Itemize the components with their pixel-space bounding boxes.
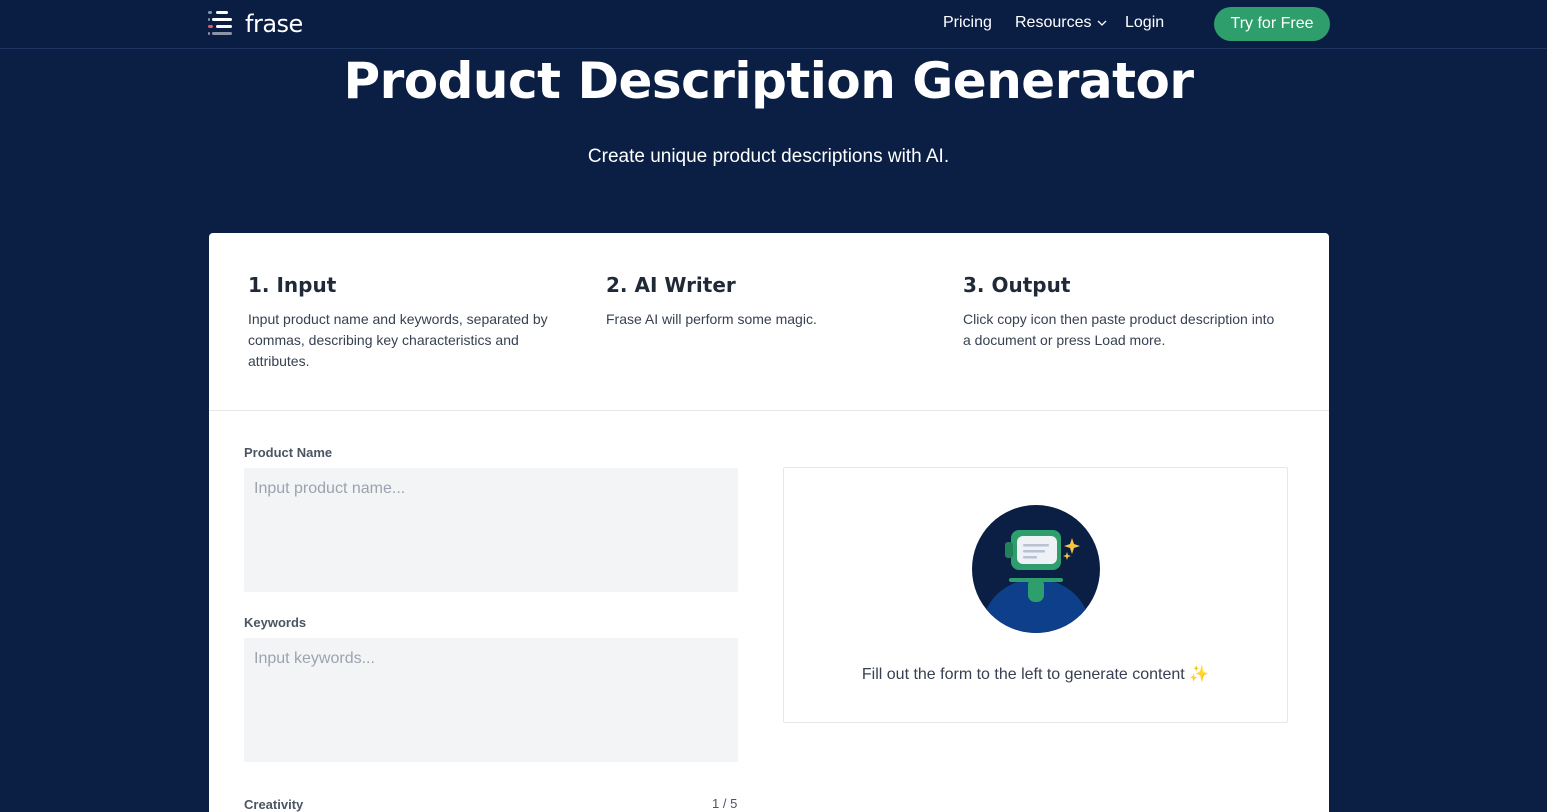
keywords-label: Keywords (244, 615, 307, 630)
step-description: Frase AI will perform some magic. (606, 311, 817, 327)
creativity-label: Creativity (244, 797, 304, 812)
output-panel: Fill out the form to the left to generat… (783, 467, 1288, 723)
step-description: Input product name and keywords, separat… (248, 311, 548, 369)
step-title: 1. Input (248, 273, 337, 297)
keywords-input[interactable] (244, 638, 738, 762)
frase-logo[interactable]: frase (207, 9, 303, 39)
nav-resources-dropdown[interactable]: Resources (1015, 14, 1108, 32)
nav-pricing-link[interactable]: Pricing (943, 14, 992, 32)
robot-illustration-icon (972, 505, 1100, 633)
step-ai-writer: 2. AI Writer Frase AI will perform some … (606, 273, 926, 330)
nav-resources-label: Resources (1015, 14, 1092, 31)
page-title: Product Description Generator (343, 52, 1194, 110)
page-subtitle: Create unique product descriptions with … (587, 146, 950, 167)
top-navbar: frase Pricing Resources Login Try for Fr… (0, 0, 1547, 49)
step-output: 3. Output Click copy icon then paste pro… (963, 273, 1283, 351)
frase-logo-icon (208, 11, 232, 35)
step-description: Click copy icon then paste product descr… (963, 311, 1275, 348)
steps-section: 1. Input Input product name and keywords… (209, 233, 1329, 411)
product-name-input[interactable] (244, 468, 738, 592)
nav-login-link[interactable]: Login (1125, 14, 1164, 32)
chevron-down-icon (1098, 20, 1107, 26)
output-placeholder-message: Fill out the form to the left to generat… (861, 666, 1210, 683)
step-input: 1. Input Input product name and keywords… (248, 273, 568, 372)
try-for-free-button[interactable]: Try for Free (1214, 7, 1330, 41)
creativity-value: 1 / 5 (712, 796, 738, 811)
logo-text: frase (245, 10, 303, 38)
generator-card: 1. Input Input product name and keywords… (209, 233, 1329, 812)
product-name-label: Product Name (244, 445, 333, 460)
step-title: 2. AI Writer (606, 273, 736, 297)
step-title: 3. Output (963, 273, 1071, 297)
